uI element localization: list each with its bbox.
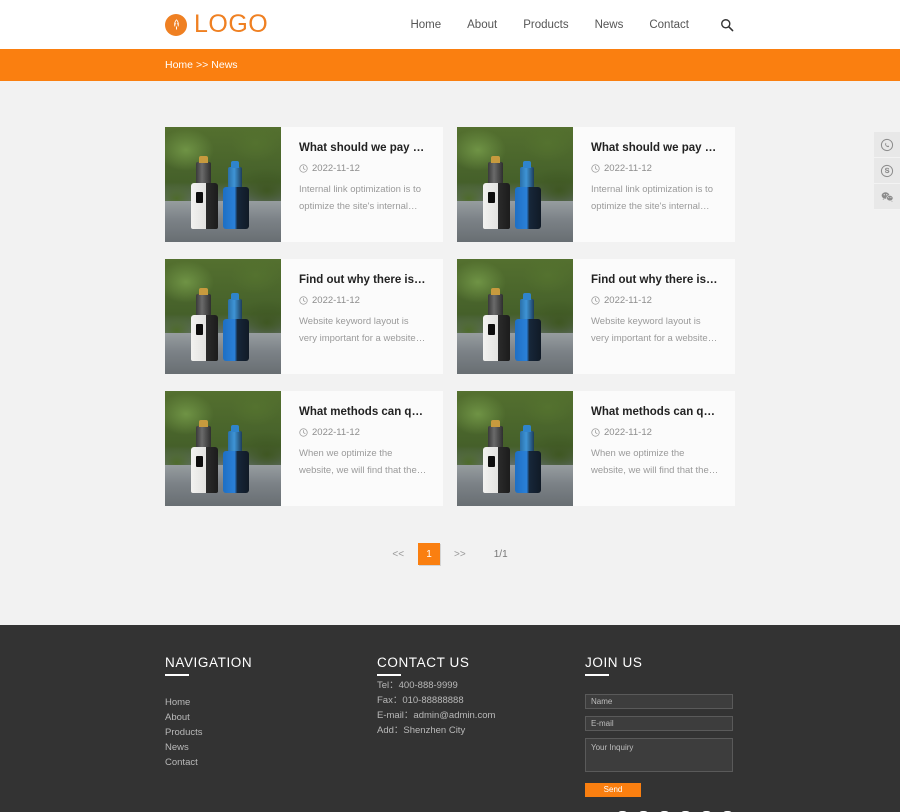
news-excerpt: Internal link optimization is to optimiz… [299, 183, 421, 212]
news-list-section: What should we pay attention to wh... 20… [0, 81, 900, 625]
search-icon[interactable] [719, 17, 735, 33]
floating-contact-bar [874, 132, 900, 210]
news-date-text: 2022-11-12 [312, 294, 360, 306]
footer-navigation-column: NAVIGATION Home About Products News Cont… [165, 655, 377, 797]
breadcrumb-home[interactable]: Home [165, 59, 193, 71]
news-thumbnail [457, 259, 573, 374]
news-thumbnail [165, 391, 281, 506]
news-excerpt: Internal link optimization is to optimiz… [591, 183, 713, 212]
news-grid: What should we pay attention to wh... 20… [165, 127, 735, 506]
clock-icon [591, 428, 600, 437]
wechat-icon[interactable] [874, 184, 900, 209]
whatsapp-icon[interactable] [874, 132, 900, 157]
news-card[interactable]: What methods can quickly improve ... 202… [457, 391, 735, 506]
contact-email: E-mail：admin@admin.com [377, 710, 496, 721]
pagination-prev[interactable]: << [386, 543, 410, 565]
news-date: 2022-11-12 [299, 295, 427, 306]
news-title[interactable]: What should we pay attention to wh... [299, 141, 427, 156]
footer-nav-heading: NAVIGATION [165, 655, 377, 678]
nav-item-about[interactable]: About [467, 19, 497, 31]
news-title[interactable]: What methods can quickly improve ... [591, 405, 719, 420]
footer-link-products[interactable]: Products [165, 725, 377, 740]
join-form: Send [585, 694, 733, 797]
news-title[interactable]: What should we pay attention to wh... [591, 141, 719, 156]
nav-item-products[interactable]: Products [523, 19, 568, 31]
clock-icon [299, 164, 308, 173]
news-date-text: 2022-11-12 [604, 294, 652, 306]
logo[interactable]: LOGO [165, 10, 268, 39]
footer-link-home[interactable]: Home [165, 695, 377, 710]
nav-item-home[interactable]: Home [410, 19, 441, 31]
message-field[interactable] [585, 738, 733, 772]
contact-tel: Tel：400-888-9999 [377, 680, 458, 691]
footer-contact-column: CONTACT US Tel：400-888-9999 Fax：010-8888… [377, 655, 585, 797]
news-thumbnail [165, 259, 281, 374]
news-card[interactable]: What methods can quickly improve ... 202… [165, 391, 443, 506]
pagination-next[interactable]: >> [448, 543, 472, 565]
news-card[interactable]: What should we pay attention to wh... 20… [165, 127, 443, 242]
site-header: LOGO Home About Products News Contact [0, 0, 900, 49]
news-date-text: 2022-11-12 [312, 426, 360, 438]
news-title[interactable]: What methods can quickly improve ... [299, 405, 427, 420]
clock-icon [591, 296, 600, 305]
news-thumbnail [457, 391, 573, 506]
news-excerpt: Website keyword layout is very important… [591, 315, 719, 344]
page-root: LOGO Home About Products News Contact Ho… [0, 0, 900, 812]
breadcrumb-bar: Home >> News [0, 49, 900, 81]
news-thumbnail [165, 127, 281, 242]
pagination: << 1 >> 1/1 [165, 543, 735, 625]
news-date: 2022-11-12 [591, 427, 719, 438]
footer-join-heading: JOIN US [585, 655, 735, 678]
news-excerpt: Website keyword layout is very important… [299, 315, 427, 344]
news-excerpt: When we optimize the website, we will fi… [591, 447, 709, 476]
contact-address: Add：Shenzhen City [377, 725, 466, 736]
footer-join-column: JOIN US Send [585, 655, 735, 797]
news-date-text: 2022-11-12 [312, 162, 360, 174]
news-date: 2022-11-12 [591, 295, 719, 306]
leaf-icon [165, 13, 187, 36]
breadcrumb: Home >> News [165, 59, 238, 71]
news-card[interactable]: What should we pay attention to wh... 20… [457, 127, 735, 242]
news-date: 2022-11-12 [299, 163, 427, 174]
news-excerpt: When we optimize the website, we will fi… [299, 447, 417, 476]
news-date-text: 2022-11-12 [604, 426, 652, 438]
email-field[interactable] [585, 716, 733, 731]
news-card[interactable]: Find out why there is no home page... 20… [165, 259, 443, 374]
news-title[interactable]: Find out why there is no home page... [591, 273, 719, 288]
news-title[interactable]: Find out why there is no home page... [299, 273, 427, 288]
news-date-text: 2022-11-12 [604, 162, 652, 174]
breadcrumb-separator: >> [196, 59, 209, 71]
nav-item-news[interactable]: News [595, 19, 624, 31]
clock-icon [299, 296, 308, 305]
send-button[interactable]: Send [585, 782, 641, 797]
site-footer: NAVIGATION Home About Products News Cont… [0, 625, 900, 812]
news-card[interactable]: Find out why there is no home page... 20… [457, 259, 735, 374]
footer-contact-heading: CONTACT US [377, 655, 585, 678]
nav-item-contact[interactable]: Contact [649, 19, 689, 31]
news-date: 2022-11-12 [591, 163, 719, 174]
pagination-page-1[interactable]: 1 [418, 543, 441, 565]
pagination-total: 1/1 [493, 548, 508, 560]
footer-link-contact[interactable]: Contact [165, 755, 377, 770]
name-field[interactable] [585, 694, 733, 709]
skype-icon[interactable] [874, 158, 900, 183]
clock-icon [591, 164, 600, 173]
main-nav: Home About Products News Contact [410, 17, 735, 33]
footer-link-news[interactable]: News [165, 740, 377, 755]
footer-nav-list: Home About Products News Contact [165, 695, 377, 770]
footer-link-about[interactable]: About [165, 710, 377, 725]
news-thumbnail [457, 127, 573, 242]
clock-icon [299, 428, 308, 437]
breadcrumb-current: News [211, 59, 238, 71]
contact-fax: Fax：010-88888888 [377, 695, 464, 706]
news-date: 2022-11-12 [299, 427, 427, 438]
footer-contact-list: Tel：400-888-9999 Fax：010-88888888 E-mail… [377, 678, 585, 738]
logo-text: LOGO [194, 10, 269, 38]
